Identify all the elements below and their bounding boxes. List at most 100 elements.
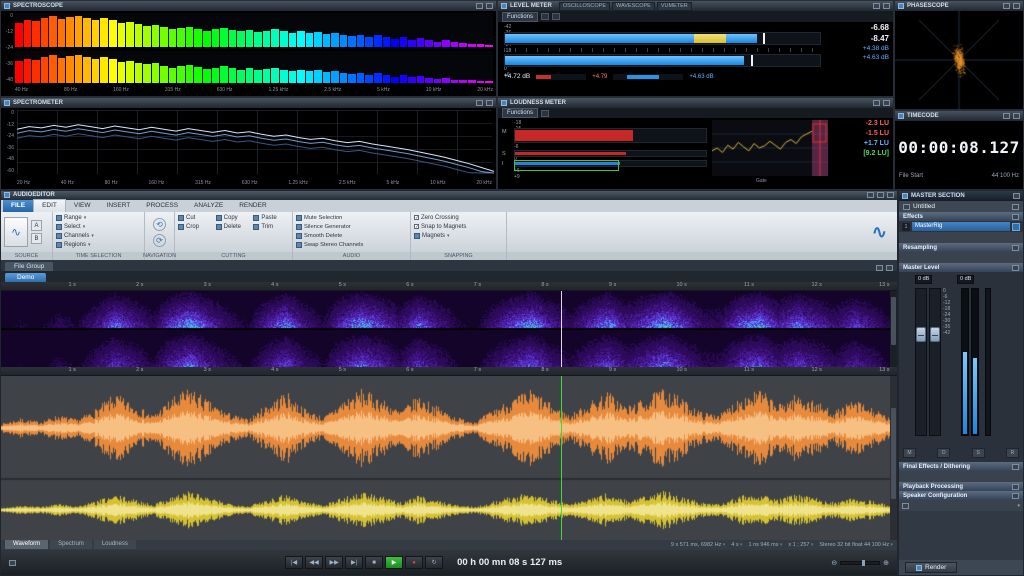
master-settings-icon[interactable] [1013,193,1020,199]
ribbon-item-magnets[interactable]: Magnets ▾ [414,232,503,240]
ab-toggle-a[interactable]: A [31,220,42,232]
section-collapse-icon[interactable] [1012,213,1019,220]
panel-options-button[interactable] [1003,113,1010,119]
ribbon-item-smooth-delete[interactable]: Smooth Delete [296,232,407,240]
section-collapse-icon[interactable] [1012,463,1019,470]
spectrogram-scrollbar[interactable] [890,290,897,367]
section-collapse-icon[interactable] [1012,264,1019,271]
section-collapse-icon[interactable] [1012,483,1019,490]
view-tab-waveform[interactable]: Waveform [5,540,49,550]
panel-close-button[interactable] [486,100,493,106]
panel-options-button[interactable] [1003,3,1010,9]
meter-tab[interactable]: VUMETER [656,1,692,11]
waveform-time-ruler[interactable]: 1 s 2 s 3 s 4 s 5 s 6 s 7 s 8 s 9 s 10 s 11 s 12 s 1… [1,366,897,376]
effect-power-icon[interactable] [1012,222,1020,231]
ribbon-item-mute-selection[interactable]: Mute Selection [296,214,407,222]
prev-button[interactable]: |◀ [285,556,304,570]
status-item[interactable]: x 1 ; 257 ▾ [788,542,813,548]
ribbon-item-range[interactable]: Range ▾ [56,214,141,222]
status-item[interactable]: 4 s ▾ [731,542,742,548]
status-item[interactable]: Stereo 32 bit float 44 100 Hz ▾ [819,542,893,548]
playback-processing-section-header[interactable]: Playback Processing [899,482,1023,491]
panel-options-button[interactable] [476,3,483,9]
file-group-tab[interactable]: File Group [5,261,54,271]
final-effects-slot[interactable] [899,471,1023,482]
ribbon-tab-process[interactable]: PROCESS [138,200,186,212]
functions-menu-button[interactable]: Functions [502,108,539,118]
meter-settings-icon[interactable] [552,13,561,20]
ribbon-tab-file[interactable]: FILE [3,199,34,212]
zoom-slider[interactable] [840,559,881,566]
speaker-icon[interactable] [902,502,909,509]
speaker-config-row[interactable]: ▾ [899,500,1023,511]
redo-icon[interactable]: ⟳ [153,233,166,247]
ribbon-item-silence-generator[interactable]: Silence Generator [296,223,407,231]
monitor-button-d[interactable]: D [937,448,951,458]
ribbon-item-crop[interactable]: Crop [178,223,214,231]
minimize-button[interactable] [867,192,874,199]
file-tab[interactable]: Demo [5,272,47,282]
waveform-scrollbar[interactable] [890,375,897,540]
resampling-slot[interactable] [899,252,1023,263]
preset-menu-icon[interactable] [903,203,910,210]
loop-button[interactable]: ↻ [425,556,444,570]
status-item[interactable]: 9 x 571 ms, 6982 Hz ▾ [671,542,725,548]
monitor-button-r[interactable]: R [1005,448,1019,458]
panel-close-button[interactable] [1013,3,1020,9]
ribbon-item-trim[interactable]: Trim [253,223,289,231]
ribbon-item-regions[interactable]: Regions ▾ [56,241,141,249]
record-button[interactable]: ● [405,556,424,570]
next-button[interactable]: ▶| [345,556,364,570]
master-fader-right[interactable] [929,288,941,436]
edit-source-button[interactable]: ∿ [4,217,28,248]
ribbon-item-cut[interactable]: Cut [178,214,214,222]
master-fader-left[interactable] [915,288,927,436]
ribbon-item-copy[interactable]: Copy [215,214,252,222]
status-item[interactable]: 1 ns 946 ms ▾ [748,542,782,548]
maximize-button[interactable] [877,192,884,199]
loudness-mode-icon[interactable] [541,109,550,117]
panel-close-button[interactable] [1013,113,1020,119]
panel-close-button[interactable] [883,3,890,9]
panel-close-button[interactable] [883,100,890,106]
ribbon-tab-edit[interactable]: EDIT [33,198,66,212]
monitor-button-m[interactable]: M [903,448,916,458]
ribbon-item-select[interactable]: Select ▾ [56,223,141,231]
effect-slot-2[interactable] [899,232,1023,243]
ribbon-item-snap-to-magnets[interactable]: ✓ Snap to Magnets [414,223,503,231]
ribbon-tab-view[interactable]: VIEW [66,200,99,212]
rewind-button[interactable]: ◀◀ [305,556,324,570]
resampling-section-header[interactable]: Resampling [899,243,1023,252]
panel-options-button[interactable] [873,100,880,106]
undo-icon[interactable]: ⟲ [153,217,166,231]
spectrogram-time-ruler[interactable]: 1 s 2 s 3 s 4 s 5 s 6 s 7 s 8 s 9 s 10 s 11 s 12 s 1… [1,281,897,291]
section-collapse-icon[interactable] [1012,244,1019,251]
functions-menu-button[interactable]: Functions [502,11,539,22]
ribbon-item-delete[interactable]: Delete [215,223,252,231]
render-button[interactable]: Render [905,562,958,573]
ribbon-item-swap-stereo-channels[interactable]: Swap Stereo Channels [296,241,407,249]
panel-options-button[interactable] [873,3,880,9]
forward-button[interactable]: ▶▶ [325,556,344,570]
ab-toggle-b[interactable]: B [31,233,42,245]
panel-options-button[interactable] [476,100,483,106]
meter-tab[interactable]: WAVESCOPE [612,1,655,11]
zoom-in-icon[interactable]: ⊕ [883,559,889,567]
view-tab-loudness[interactable]: Loudness [93,540,136,550]
ribbon-tab-render[interactable]: RENDER [231,200,274,212]
zoom-out-icon[interactable]: ⊖ [831,559,837,567]
ribbon-item-zero-crossing[interactable]: ✓ Zero Crossing [414,214,503,222]
panel-close-button[interactable] [486,3,493,9]
play-button[interactable]: ▶ [385,556,404,570]
meter-mode-icon[interactable] [541,13,550,20]
meter-tab[interactable]: OSCILLOSCOPE [558,1,611,11]
close-button[interactable] [887,192,894,199]
spectrogram-view[interactable] [1,290,897,367]
section-collapse-icon[interactable] [1012,492,1019,499]
stop-button[interactable]: ■ [365,556,384,570]
ribbon-tab-insert[interactable]: INSERT [99,200,139,212]
waveform-view[interactable] [1,375,897,540]
transport-settings-icon[interactable] [9,559,16,566]
final-effects-section-header[interactable]: Final Effects / Dithering [899,462,1023,471]
ribbon-tab-analyze[interactable]: ANALYZE [186,200,231,212]
